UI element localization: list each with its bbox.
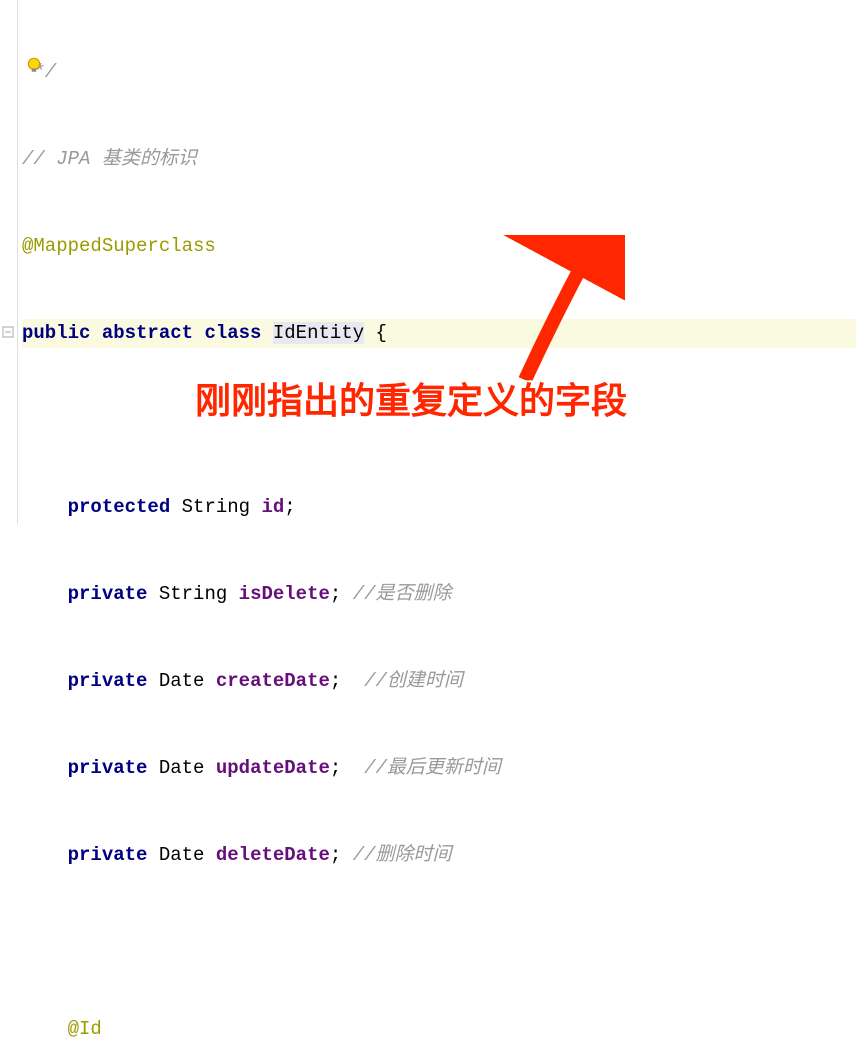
type: String (182, 496, 250, 518)
field-createDate: createDate (216, 670, 330, 692)
bulb-icon[interactable] (25, 56, 43, 74)
gutter (0, 0, 18, 524)
field-deleteDate: deleteDate (216, 844, 330, 866)
comment: //最后更新时间 (364, 757, 501, 779)
type: String (159, 583, 227, 605)
keyword: abstract (102, 322, 193, 344)
type: Date (159, 757, 205, 779)
comment: //创建时间 (364, 670, 463, 692)
field-isDelete: isDelete (239, 583, 330, 605)
annotation-id: @Id (68, 1018, 102, 1040)
keyword: class (204, 322, 261, 344)
keyword: protected (68, 496, 171, 518)
code-editor: */ // JPA 基类的标识 @MappedSuperclass public… (0, 0, 856, 524)
code-area[interactable]: */ // JPA 基类的标识 @MappedSuperclass public… (18, 0, 856, 524)
comment: //删除时间 (353, 844, 452, 866)
comment: // JPA 基类的标识 (22, 148, 197, 170)
field-updateDate: updateDate (216, 757, 330, 779)
keyword: private (68, 583, 148, 605)
brace: { (364, 322, 387, 344)
keyword: private (68, 670, 148, 692)
field-id: id (261, 496, 284, 518)
type: Date (159, 844, 205, 866)
keyword: private (68, 757, 148, 779)
class-name: IdEntity (273, 322, 364, 344)
annotation: @MappedSuperclass (22, 235, 216, 257)
type: Date (159, 670, 205, 692)
keyword: private (68, 844, 148, 866)
keyword: public (22, 322, 90, 344)
comment: //是否删除 (353, 583, 452, 605)
fold-icon[interactable] (2, 326, 14, 338)
